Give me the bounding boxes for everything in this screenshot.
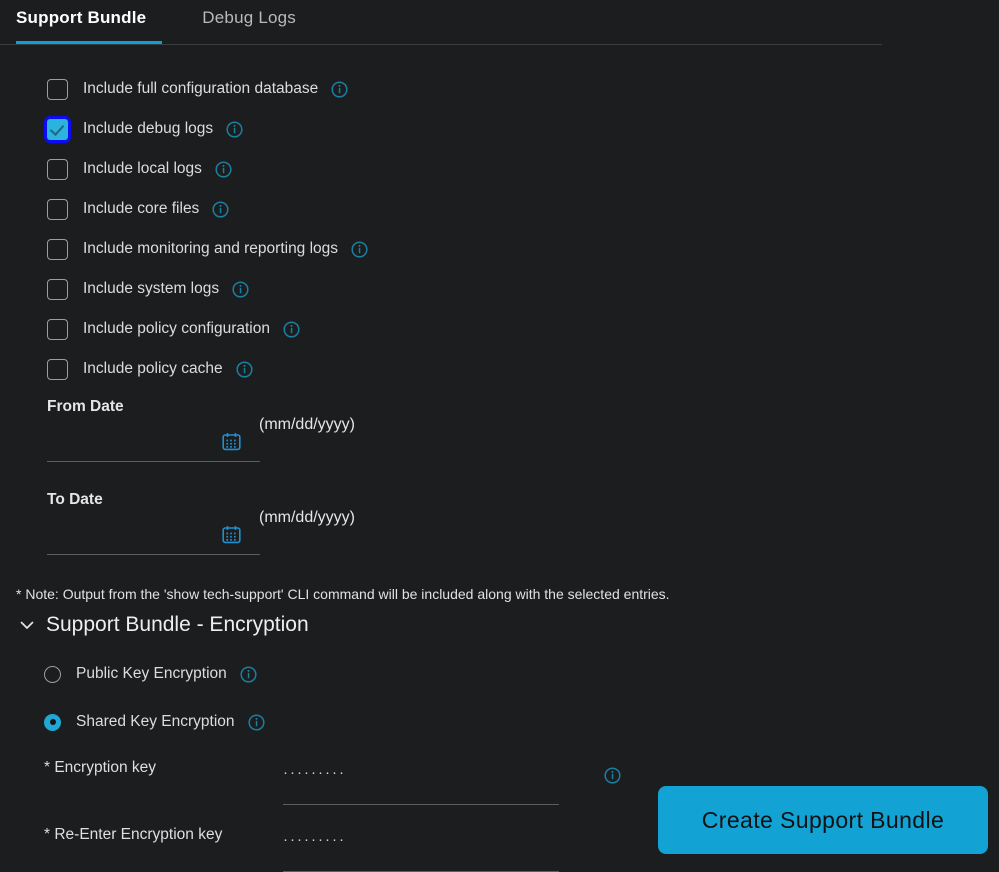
- chevron-down-icon[interactable]: [18, 616, 36, 634]
- checkbox-policy-configuration[interactable]: [47, 318, 68, 340]
- encryption-type-radio-group: Public Key Encryption Shared Key Encrypt…: [44, 660, 265, 756]
- checkbox-policy-cache[interactable]: [47, 358, 68, 380]
- info-icon[interactable]: [236, 360, 253, 378]
- checkbox-system-logs[interactable]: [47, 278, 68, 300]
- info-icon[interactable]: [240, 665, 257, 683]
- info-icon[interactable]: [604, 767, 621, 784]
- calendar-icon[interactable]: [222, 432, 241, 451]
- checkbox-row-debug-logs[interactable]: Include debug logs: [47, 116, 587, 142]
- info-icon[interactable]: [247, 713, 265, 731]
- checkbox-label: Include local logs: [83, 160, 202, 177]
- radio-shared-key-encryption[interactable]: [44, 713, 61, 731]
- info-icon[interactable]: [283, 320, 300, 338]
- checkbox-row-policy-cache[interactable]: Include policy cache: [47, 356, 587, 382]
- checkbox-label: Include full configuration database: [83, 80, 319, 97]
- from-date-format-hint: (mm/dd/yyyy): [259, 416, 355, 433]
- reenter-encryption-key-value: ·········: [283, 831, 346, 848]
- radio-row-shared-key-encryption[interactable]: Shared Key Encryption: [44, 708, 265, 736]
- checkbox-label: Include monitoring and reporting logs: [83, 240, 339, 257]
- from-date-label: From Date: [47, 398, 124, 415]
- tab-debug-logs[interactable]: Debug Logs: [202, 4, 296, 40]
- checkbox-local-logs[interactable]: [47, 158, 68, 180]
- encryption-key-value: ·········: [283, 764, 346, 781]
- info-icon[interactable]: [212, 200, 229, 218]
- checkbox-row-local-logs[interactable]: Include local logs: [47, 156, 587, 182]
- radio-row-public-key-encryption[interactable]: Public Key Encryption: [44, 660, 265, 688]
- encryption-key-input[interactable]: ·········: [283, 761, 559, 805]
- checkbox-label: Include policy configuration: [83, 320, 270, 337]
- info-icon[interactable]: [232, 280, 249, 298]
- calendar-icon[interactable]: [222, 525, 241, 544]
- info-icon[interactable]: [226, 120, 243, 138]
- checkbox-label: Include system logs: [83, 280, 220, 297]
- to-date-input[interactable]: (mm/dd/yyyy): [47, 509, 355, 555]
- checkbox-row-system-logs[interactable]: Include system logs: [47, 276, 587, 302]
- checkbox-core-files[interactable]: [47, 198, 68, 220]
- tab-bar-divider: [0, 44, 882, 45]
- tab-bar: Support Bundle Debug Logs: [0, 0, 882, 48]
- checkbox-debug-logs[interactable]: [47, 118, 68, 140]
- reenter-encryption-key-field: * Re-Enter Encryption key ·········: [44, 826, 644, 872]
- encryption-key-field: * Encryption key ·········: [44, 759, 644, 809]
- reenter-encryption-key-label: * Re-Enter Encryption key: [44, 826, 223, 843]
- to-date-field: To Date (mm/dd/yyyy): [47, 491, 407, 555]
- checkbox-row-core-files[interactable]: Include core files: [47, 196, 587, 222]
- radio-public-key-encryption[interactable]: [44, 665, 61, 683]
- checkbox-row-policy-configuration[interactable]: Include policy configuration: [47, 316, 587, 342]
- tech-support-note: * Note: Output from the 'show tech-suppo…: [16, 586, 670, 602]
- from-date-field: From Date (mm/dd/yyyy): [47, 398, 407, 462]
- checkbox-label: Include core files: [83, 200, 200, 217]
- encryption-section-title: Support Bundle - Encryption: [46, 613, 309, 636]
- include-options-list: Include full configuration database Incl…: [47, 76, 587, 396]
- encryption-section-header[interactable]: Support Bundle - Encryption: [18, 613, 309, 637]
- encryption-key-label: * Encryption key: [44, 759, 156, 776]
- create-support-bundle-button[interactable]: Create Support Bundle: [658, 786, 988, 854]
- checkbox-full-configuration-database[interactable]: [47, 78, 68, 100]
- radio-label: Shared Key Encryption: [76, 713, 235, 730]
- checkbox-label: Include policy cache: [83, 360, 223, 377]
- tab-support-bundle[interactable]: Support Bundle: [16, 4, 146, 40]
- info-icon[interactable]: [215, 160, 232, 178]
- from-date-input[interactable]: (mm/dd/yyyy): [47, 416, 355, 462]
- checkbox-label: Include debug logs: [83, 120, 214, 137]
- tab-list: Support Bundle Debug Logs: [16, 4, 296, 40]
- to-date-format-hint: (mm/dd/yyyy): [259, 509, 355, 526]
- to-date-label: To Date: [47, 491, 103, 508]
- radio-label: Public Key Encryption: [76, 665, 227, 682]
- checkbox-row-monitoring-and-reporting-logs[interactable]: Include monitoring and reporting logs: [47, 236, 587, 262]
- info-icon[interactable]: [351, 240, 368, 258]
- info-icon[interactable]: [331, 80, 348, 98]
- reenter-encryption-key-input[interactable]: ·········: [283, 828, 559, 872]
- checkbox-monitoring-and-reporting-logs[interactable]: [47, 238, 68, 260]
- checkbox-row-full-configuration-database[interactable]: Include full configuration database: [47, 76, 587, 102]
